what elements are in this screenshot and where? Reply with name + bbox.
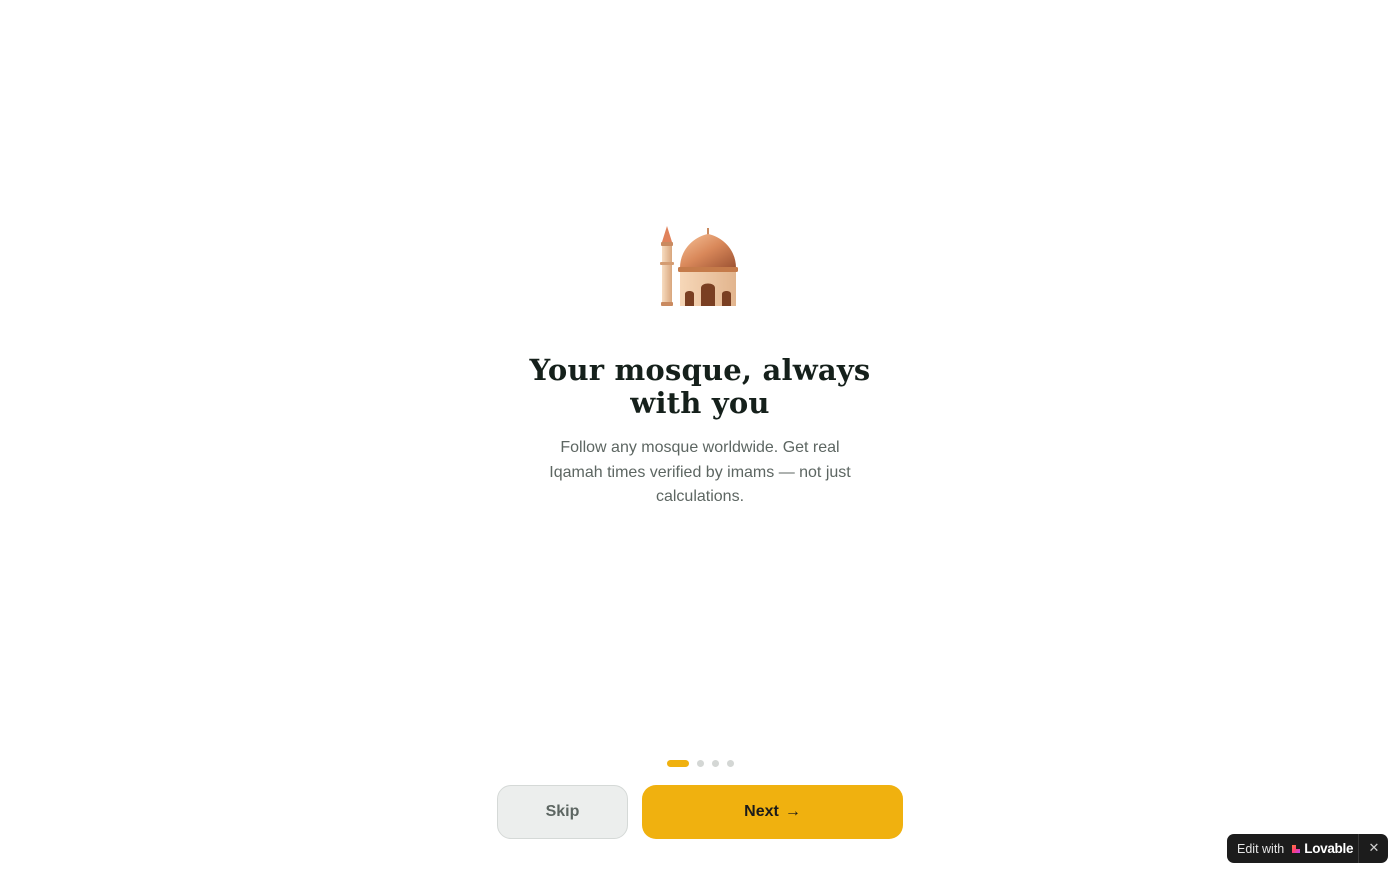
arrow-right-icon: →: [784, 803, 801, 820]
badge-divider: [1358, 834, 1359, 863]
badge-brand: Lovable: [1304, 841, 1354, 856]
onboarding-screen: Your mosque, always with you Follow any …: [0, 0, 1400, 875]
skip-button-label: Skip: [545, 803, 580, 820]
close-icon[interactable]: ✕: [1367, 840, 1381, 856]
pagination-dot: [696, 760, 704, 767]
edit-with-lovable-badge[interactable]: Edit with Lovable ✕: [1227, 834, 1388, 863]
pagination-dot: [726, 760, 734, 767]
pagination-dots: [0, 760, 1400, 767]
skip-button[interactable]: Skip: [497, 785, 628, 839]
badge-prefix: Edit with: [1237, 841, 1285, 856]
lovable-logo-icon: [1292, 844, 1301, 853]
pagination-dot-active: [666, 760, 689, 767]
pagination-dot: [711, 760, 719, 767]
onboarding-hero: Your mosque, always with you Follow any …: [0, 222, 1400, 510]
onboarding-description: Follow any mosque worldwide. Get real Iq…: [549, 439, 851, 505]
mosque-icon: [660, 226, 738, 306]
next-button-label: Next: [744, 803, 779, 820]
onboarding-title: Your mosque, always with you: [529, 353, 871, 420]
next-button[interactable]: Next →: [642, 785, 903, 839]
